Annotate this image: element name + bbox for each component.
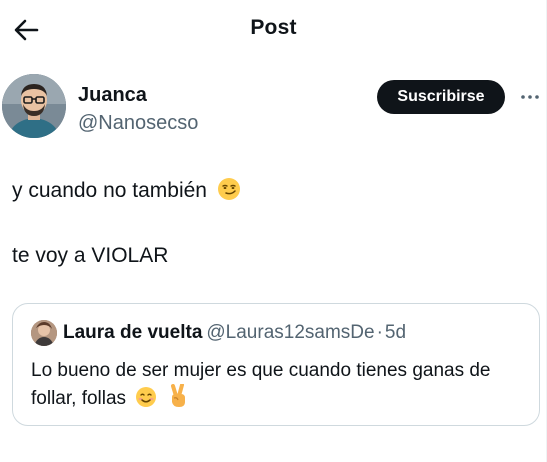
quoted-post-time: 5d (384, 322, 407, 343)
tweet-text-line: y cuando no también (12, 177, 241, 208)
quoted-post-card[interactable]: Laura de vuelta @Lauras12samsDe · 5d Lo bue… (12, 303, 540, 426)
separator-dot: · (376, 322, 383, 343)
victory-hand-icon (167, 383, 189, 416)
smirking-face-icon (217, 177, 241, 208)
tweet-text-line: te voy a VIOLAR (12, 243, 168, 269)
top-bar: Post (0, 0, 547, 60)
tweet-text: te voy a VIOLAR (12, 244, 169, 267)
author-row: Juanca @Nanosecso Suscribirse (0, 74, 547, 142)
quoted-author-name: Laura de vuelta (63, 322, 203, 343)
more-horizontal-icon (521, 95, 539, 99)
author-avatar[interactable] (2, 74, 66, 138)
quoted-author-handle: @Lauras12samsDe (206, 322, 375, 343)
quoted-post-header: Laura de vuelta @Lauras12samsDe · 5d (63, 322, 406, 344)
quoted-post-text: Lo bueno de ser mujer es que cuando tien… (31, 360, 491, 409)
quoted-author-avatar (31, 320, 57, 346)
smiling-face-icon (135, 386, 157, 416)
author-name[interactable]: Juanca (78, 84, 147, 107)
more-options-button[interactable] (517, 84, 543, 110)
author-handle[interactable]: @Nanosecso (78, 112, 198, 135)
post-page: Post Juanca @Nanosecso Suscribirse y cua… (0, 0, 547, 462)
avatar-image (2, 74, 66, 138)
page-title: Post (250, 16, 297, 39)
tweet-text: y cuando no también (12, 179, 207, 202)
subscribe-button[interactable]: Suscribirse (377, 80, 505, 114)
quoted-post-text-block: Lo bueno de ser mujer es que cuando tien… (31, 358, 531, 416)
